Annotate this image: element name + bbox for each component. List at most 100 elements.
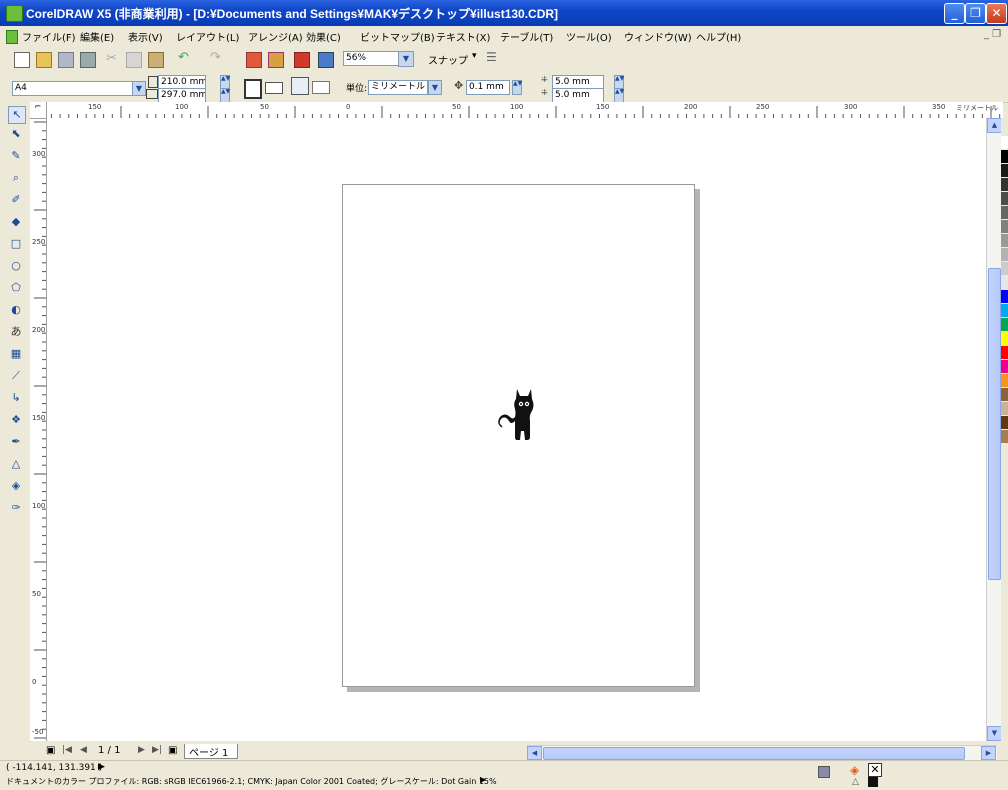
palette-color-swatch[interactable] [1001,192,1008,205]
zoom-dropdown-chevron-icon[interactable]: ▼ [398,51,414,67]
palette-color-swatch[interactable] [1001,276,1008,289]
color-profile-info[interactable]: ドキュメントのカラー プロファイル: RGB: sRGB IEC61966-2.… [6,776,497,787]
blend-tool-icon[interactable]: ❖ [8,412,24,428]
page-size-select[interactable]: A4 [12,81,134,96]
outline-indicator-icon[interactable]: △ [852,777,859,787]
menu-edit[interactable]: 編集(E) [80,29,114,44]
scroll-right-button[interactable]: ▶ [981,746,996,760]
zoom-tool-icon[interactable]: ⌕ [8,170,24,186]
first-page-button[interactable]: |◀ [62,745,72,755]
zoom-level-field[interactable]: 56% [343,51,399,66]
document-icon[interactable] [6,30,18,44]
doc-minimize-button[interactable]: _ ❐ [984,29,1001,40]
application-launcher-icon[interactable] [294,52,310,68]
welcome-screen-icon[interactable] [318,52,334,68]
vertical-scrollbar[interactable]: ▲ ▼ [986,118,1002,741]
crop-tool-icon[interactable]: ✎ [8,148,24,164]
rectangle-tool-icon[interactable]: □ [8,236,24,252]
menu-effects[interactable]: 効果(C) [306,29,341,44]
table-tool-icon[interactable]: ▦ [8,346,24,362]
profile-expand-arrow-icon[interactable]: ▶ [480,775,486,784]
menu-text[interactable]: テキスト(X) [436,29,490,44]
outline-tool-icon[interactable]: △ [8,456,24,472]
units-select[interactable]: ミリメートル [368,80,428,95]
copy-icon[interactable] [126,52,142,68]
export-icon[interactable] [268,52,284,68]
pick-tool-icon[interactable]: ↖ [8,106,26,124]
save-icon[interactable] [58,52,74,68]
black-cat-illustration[interactable] [497,385,541,443]
open-icon[interactable] [36,52,52,68]
nudge-distance-spinner[interactable]: ▲▼ [512,80,522,95]
cut-icon[interactable]: ✂ [106,51,117,66]
page-height-field[interactable]: 297.0 mm [158,88,206,103]
scroll-left-button[interactable]: ◀ [527,746,542,760]
portrait-orientation-button[interactable] [244,79,262,99]
palette-color-swatch[interactable] [1001,374,1008,387]
snap-dropdown-chevron-icon[interactable]: ▾ [472,51,477,61]
outline-color-swatch[interactable] [868,777,878,787]
maximize-button[interactable]: ❐ [965,3,986,24]
duplicate-y-spinner[interactable]: ▲▼ [614,88,624,103]
eyedropper-tool-icon[interactable]: ✒ [8,434,24,450]
no-fill-swatch[interactable]: ✕ [868,763,882,777]
close-button[interactable]: ✕ [986,3,1007,24]
vertical-scroll-thumb[interactable] [988,268,1001,580]
units-dropdown-chevron-icon[interactable]: ▼ [428,80,442,95]
document-status-icon[interactable] [818,766,830,778]
palette-color-swatch[interactable] [1001,360,1008,373]
page-size-dropdown-chevron-icon[interactable]: ▼ [132,81,146,96]
smart-fill-tool-icon[interactable]: ◆ [8,214,24,230]
palette-color-swatch[interactable] [1001,150,1008,163]
menu-tools[interactable]: ツール(O) [566,29,612,44]
redo-icon[interactable]: ↷ [210,50,221,65]
palette-color-swatch[interactable] [1001,220,1008,233]
palette-color-swatch[interactable] [1001,402,1008,415]
polygon-tool-icon[interactable]: ⬠ [8,280,24,296]
coreldraw-app-icon[interactable] [6,5,23,22]
palette-color-swatch[interactable] [1001,234,1008,247]
basic-shapes-tool-icon[interactable]: ◐ [8,302,24,318]
menu-window[interactable]: ウィンドウ(W) [624,29,692,44]
palette-color-swatch[interactable] [1001,178,1008,191]
page-tab[interactable]: ページ 1 [184,744,238,759]
coords-expand-arrow-icon[interactable]: ▶ [98,762,105,772]
palette-color-swatch[interactable] [1001,206,1008,219]
fill-indicator-icon[interactable]: ◈ [850,763,859,777]
text-tool-icon[interactable]: あ [8,324,24,340]
last-page-button[interactable]: ▶| [152,745,162,755]
interactive-fill-tool-icon[interactable]: ✑ [8,500,24,516]
palette-color-swatch[interactable] [1001,248,1008,261]
palette-color-swatch[interactable] [1001,290,1008,303]
nudge-distance-field[interactable]: 0.1 mm [466,80,510,95]
menu-arrange[interactable]: アレンジ(A) [248,29,303,44]
ruler-origin-icon[interactable]: ⌐ [30,102,47,119]
dimension-tool-icon[interactable]: ⟋ [8,368,24,384]
add-page-after-icon[interactable]: ▣ [168,745,177,756]
menu-help[interactable]: ヘルプ(H) [696,29,741,44]
menu-file[interactable]: ファイル(F) [22,29,76,44]
ellipse-tool-icon[interactable]: ○ [8,258,24,274]
palette-color-swatch[interactable] [1001,416,1008,429]
palette-color-swatch[interactable] [1001,318,1008,331]
previous-page-button[interactable]: ◀ [80,745,87,755]
palette-color-swatch[interactable] [1001,304,1008,317]
menu-bitmaps[interactable]: ビットマップ(B) [360,29,435,44]
palette-color-swatch[interactable] [1001,346,1008,359]
shape-tool-icon[interactable]: ⬉ [8,126,24,142]
import-icon[interactable] [246,52,262,68]
palette-color-swatch[interactable] [1001,430,1008,443]
palette-color-swatch[interactable] [1001,332,1008,345]
menu-table[interactable]: テーブル(T) [500,29,553,44]
connector-tool-icon[interactable]: ↳ [8,390,24,406]
horizontal-ruler[interactable]: 150 100 50 0 50 100 150 200 250 300 350 … [30,102,1003,119]
next-page-button[interactable]: ▶ [138,745,145,755]
duplicate-distance-y-field[interactable]: 5.0 mm [552,88,604,103]
all-pages-button[interactable] [291,77,309,95]
menu-layout[interactable]: レイアウト(L) [176,29,239,44]
options-icon[interactable]: ☰ [486,50,497,64]
vertical-ruler[interactable]: 300 250 200 150 100 50 0 -50 [30,118,47,741]
palette-color-swatch[interactable] [1001,388,1008,401]
scroll-up-button[interactable]: ▲ [987,118,1002,133]
snap-to-button[interactable]: スナップ [428,52,468,67]
